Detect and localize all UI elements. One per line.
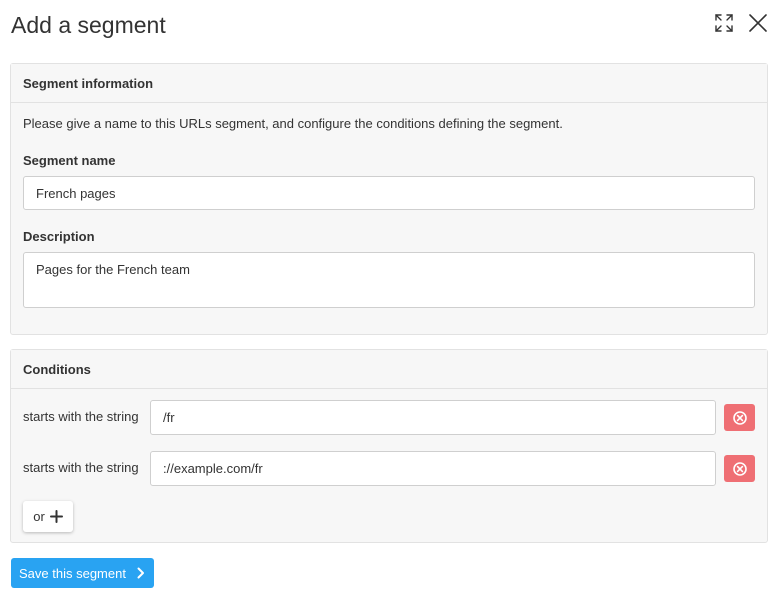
segment-information-header: Segment information [11,64,767,103]
plus-icon [49,510,63,523]
remove-condition-button[interactable] [724,404,755,431]
condition-operator-label: starts with the string [23,409,139,424]
conditions-header: Conditions [11,350,767,389]
remove-condition-button[interactable] [724,455,755,482]
description-label: Description [23,229,95,244]
condition-row: starts with the string [11,400,767,436]
close-button[interactable] [745,10,771,36]
condition-operator-label: starts with the string [23,460,139,475]
close-icon [749,14,767,32]
modal-title: Add a segment [11,12,166,38]
add-or-condition-button[interactable]: or [23,501,73,532]
remove-circle-icon [732,461,747,476]
expand-icon [715,14,733,32]
conditions-panel: Conditions starts with the string starts… [10,349,768,543]
expand-button[interactable] [711,10,737,36]
condition-value-input[interactable] [150,400,716,435]
segment-name-label: Segment name [23,153,116,168]
save-segment-label: Save this segment [19,565,126,581]
condition-row: starts with the string [11,451,767,487]
segment-name-input[interactable] [23,176,755,210]
remove-circle-icon [732,410,747,425]
description-textarea[interactable]: Pages for the French team [23,252,755,308]
save-segment-button[interactable]: Save this segment [11,558,154,588]
segment-intro-text: Please give a name to this URLs segment,… [23,116,563,131]
condition-value-input[interactable] [150,451,716,486]
chevron-right-icon [137,567,144,579]
or-button-label: or [33,509,45,524]
segment-information-panel: Segment information Please give a name t… [10,63,768,335]
